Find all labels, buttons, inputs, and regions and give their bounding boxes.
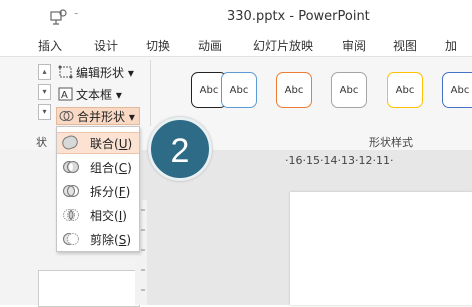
quick-access-dropdown[interactable]: ᐨ xyxy=(74,9,78,22)
subtract-icon xyxy=(63,233,79,245)
menu-item-combine[interactable]: 组合(C) xyxy=(57,156,139,178)
shapes-group-label: 状 xyxy=(36,136,47,149)
menu-item-label: 剪除(S) xyxy=(90,232,131,247)
svg-text:A: A xyxy=(61,90,68,101)
gallery-down-arrow[interactable]: ▾ xyxy=(38,84,51,100)
step-number-badge: 2 xyxy=(148,117,212,181)
shape-styles-gallery: Abc Abc Abc Abc Abc Abc xyxy=(150,60,472,126)
text-box-label: 文本框 ▾ xyxy=(76,87,122,102)
tab-animations[interactable]: 动画 xyxy=(198,37,222,54)
merge-shapes-button[interactable]: 合并形状 ▾ xyxy=(56,107,140,125)
merge-shapes-menu: 联合(U) 组合(C) 拆分(F) 相交(I) 剪除(S) xyxy=(56,126,140,252)
union-icon xyxy=(62,135,78,150)
menu-item-fragment[interactable]: 拆分(F) xyxy=(57,180,139,202)
slide-canvas[interactable] xyxy=(290,192,472,305)
style-preset[interactable]: Abc xyxy=(442,72,472,108)
tab-transitions[interactable]: 切换 xyxy=(146,37,170,54)
fragment-icon xyxy=(63,185,79,197)
tab-insert[interactable]: 插入 xyxy=(38,37,62,54)
text-box-icon: A xyxy=(58,87,73,101)
style-preset[interactable]: Abc xyxy=(276,72,312,108)
tab-view[interactable]: 视图 xyxy=(393,37,417,54)
menu-item-label: 拆分(F) xyxy=(90,184,131,199)
gallery-more-arrow[interactable]: ▾ xyxy=(38,104,51,120)
gallery-up-arrow[interactable]: ▴ xyxy=(38,64,51,80)
tab-review[interactable]: 审阅 xyxy=(342,37,366,54)
intersect-icon xyxy=(63,209,79,221)
shape-styles-group-label: 形状样式 xyxy=(369,136,413,149)
style-preset[interactable]: Abc xyxy=(221,72,257,108)
menu-item-union[interactable]: 联合(U) xyxy=(57,132,139,154)
style-preset[interactable]: Abc xyxy=(331,72,367,108)
menu-item-intersect[interactable]: 相交(I) xyxy=(57,204,139,226)
horizontal-ruler: ·16·15·14·13·12·11· xyxy=(285,154,394,167)
tab-more[interactable]: 加 xyxy=(445,37,457,54)
text-box-button[interactable]: A 文本框 ▾ xyxy=(58,85,122,103)
menu-item-label: 相交(I) xyxy=(90,208,127,223)
slide-thumbnail[interactable] xyxy=(38,270,140,307)
ribbon-tabs: 插入 设计 切换 动画 幻灯片放映 审阅 视图 加 xyxy=(0,31,472,55)
tab-design[interactable]: 设计 xyxy=(94,37,118,54)
menu-item-subtract[interactable]: 剪除(S) xyxy=(57,228,139,250)
combine-icon xyxy=(63,161,79,173)
restore-icon[interactable] xyxy=(48,9,68,25)
merge-shapes-icon xyxy=(59,111,74,121)
merge-shapes-label: 合并形状 ▾ xyxy=(77,109,135,124)
menu-item-label: 组合(C) xyxy=(90,160,132,175)
edit-shape-icon xyxy=(58,65,73,79)
menu-item-label: 联合(U) xyxy=(90,136,133,151)
style-preset[interactable]: Abc xyxy=(387,72,423,108)
edit-shape-button[interactable]: 编辑形状 ▾ xyxy=(58,63,134,81)
tab-slideshow[interactable]: 幻灯片放映 xyxy=(253,37,313,54)
window-title: 330.pptx - PowerPoint xyxy=(227,9,370,24)
edit-shape-label: 编辑形状 ▾ xyxy=(76,65,134,80)
